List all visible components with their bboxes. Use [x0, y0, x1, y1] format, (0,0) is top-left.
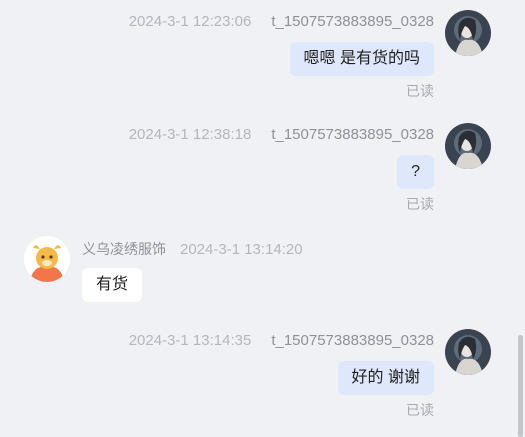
- seller-avatar[interactable]: [24, 236, 70, 282]
- user-avatar[interactable]: [445, 10, 491, 56]
- sender-name: 义乌凌绣服饰: [82, 241, 166, 257]
- scrollbar[interactable]: [518, 335, 523, 437]
- message-time: 2024-3-1 12:23:06: [128, 13, 252, 30]
- message-bubble[interactable]: 有货: [82, 268, 143, 302]
- message-time: 2024-3-1 13:14:35: [128, 332, 252, 349]
- message-time: 2024-3-1 12:38:18: [128, 126, 252, 143]
- read-status: 已读: [406, 402, 434, 418]
- message-bubble[interactable]: 嗯嗯 是有货的吗: [289, 42, 434, 76]
- chat-message-list: 2024-3-1 12:23:06 t_1507573883895_0328 嗯嗯…: [0, 0, 525, 437]
- message-bubble[interactable]: ?: [397, 155, 434, 189]
- message-time: 2024-3-1 13:14:20: [180, 241, 303, 258]
- message-meta: 2024-3-1 12:38:18 t_1507573883895_0328: [129, 126, 434, 143]
- message-meta: 2024-3-1 13:14:35 t_1507573883895_0328: [129, 332, 434, 349]
- message-bubble[interactable]: 好的 谢谢: [337, 361, 434, 395]
- sender-name: t_1507573883895_0328: [271, 13, 434, 30]
- user-avatar[interactable]: [445, 329, 491, 375]
- message-meta: 2024-3-1 12:23:06 t_1507573883895_0328: [129, 13, 434, 30]
- user-avatar[interactable]: [445, 123, 491, 169]
- read-status: 已读: [406, 83, 434, 99]
- message-meta: 义乌凌绣服饰 2024-3-1 13:14:20: [82, 239, 303, 259]
- sender-name: t_1507573883895_0328: [271, 126, 434, 143]
- sender-name: t_1507573883895_0328: [271, 332, 434, 349]
- read-status: 已读: [406, 196, 434, 212]
